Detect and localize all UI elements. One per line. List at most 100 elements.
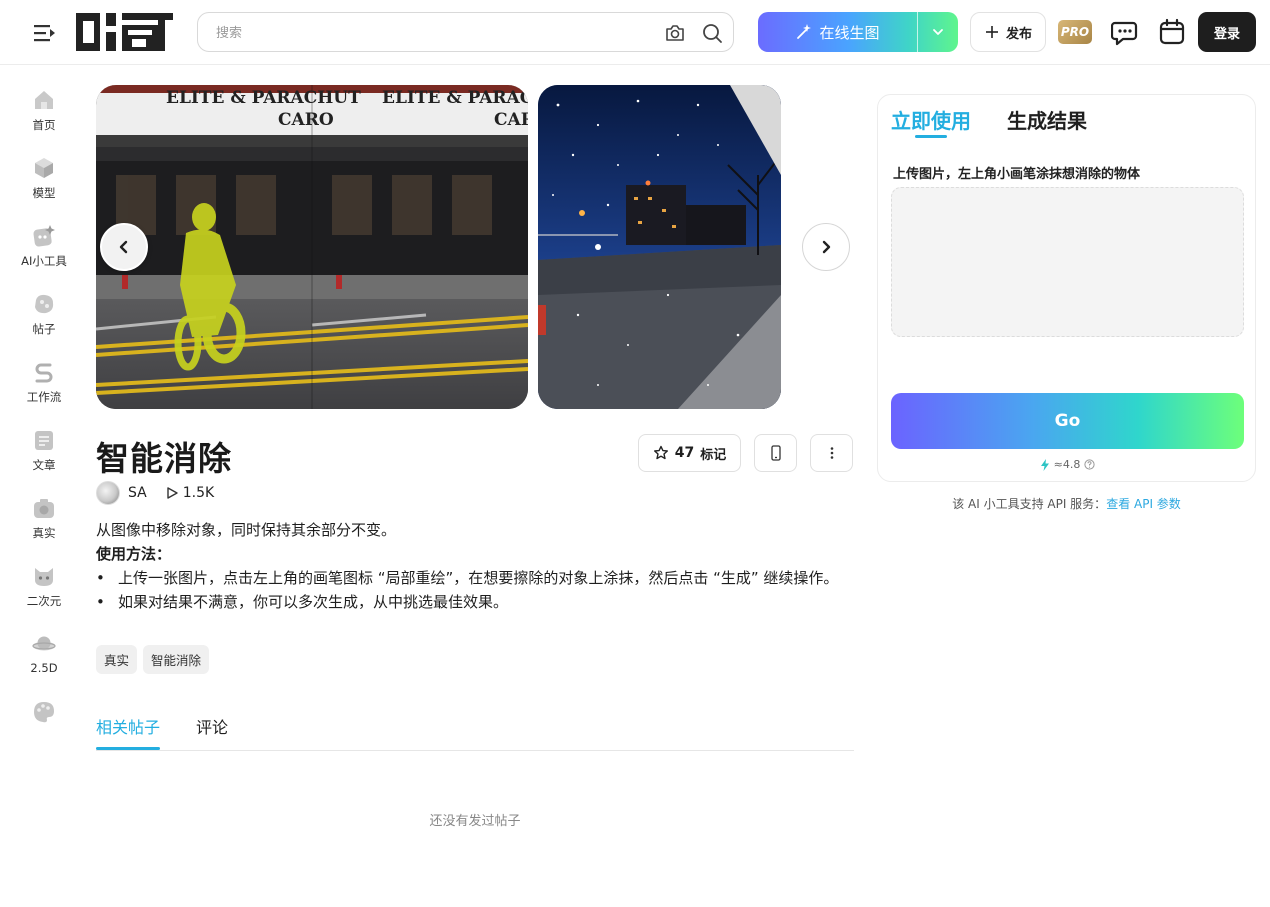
sidebar-item-label: 工作流 <box>26 390 62 404</box>
tool-description: 从图像中移除对象，同时保持其余部分不变。 使用方法： 上传一张图片，点击左上角的… <box>96 518 856 614</box>
login-button[interactable]: 登录 <box>1198 12 1256 52</box>
sidebar-item-2-5d[interactable]: 2.5D <box>12 632 76 692</box>
tool-title: 智能消除 <box>96 439 232 478</box>
marquee-sub-left: CARO <box>278 110 334 130</box>
marquee-text-left: ELITE & PARACHUT <box>166 88 361 108</box>
avatar[interactable] <box>96 481 120 505</box>
sidebar-item-workflow[interactable]: 工作流 <box>12 360 76 420</box>
more-vertical-icon <box>830 447 833 459</box>
sidebar-item-label: 首页 <box>32 118 56 132</box>
panel-tab-indicator <box>915 135 947 138</box>
logo-mark <box>76 13 173 51</box>
author-row: SA 1.5K <box>96 481 214 505</box>
empty-posts-message: 还没有发过帖子 <box>429 814 521 829</box>
online-generate-button[interactable]: 在线生图 <box>758 12 958 52</box>
bookmark-button[interactable]: 47 标记 <box>638 434 741 472</box>
upload-label: 上传图片，左上角小画笔涂抹想消除的物体 <box>893 167 1141 182</box>
api-params-link[interactable]: 查看 API 参数 <box>1106 497 1181 511</box>
sidebar-item-posts[interactable]: 帖子 <box>12 292 76 352</box>
post-icon <box>35 294 54 314</box>
api-support-note: 该 AI 小工具支持 API 服务：查看 API 参数 <box>877 495 1256 512</box>
play-count: 1.5K <box>182 485 215 501</box>
usage-heading: 使用方法： <box>96 545 172 563</box>
example-image-cyclist: ELITE & PARACHUT CARO ELITE & PARACHUT C… <box>96 85 528 409</box>
carousel-slide-night-scene[interactable] <box>538 85 781 409</box>
sidebar-item-label: 二次元 <box>26 594 62 608</box>
online-generate-main[interactable]: 在线生图 <box>758 12 917 52</box>
search-icon[interactable] <box>701 22 723 44</box>
article-icon <box>35 431 53 450</box>
generate-dropdown-toggle[interactable] <box>918 12 958 52</box>
sidebar-item-label: 2.5D <box>30 661 58 675</box>
more-options-button[interactable] <box>810 434 853 472</box>
example-image-night-street <box>538 85 781 409</box>
menu-toggle-icon[interactable] <box>30 20 58 46</box>
sidebar-item-models[interactable]: 模型 <box>12 156 76 216</box>
site-logo[interactable] <box>76 12 173 52</box>
sidebar-item-label: 文章 <box>32 458 56 472</box>
top-header: 在线生图 发布 PRO 登录 <box>0 0 1270 65</box>
tab-comments[interactable]: 评论 <box>196 714 228 738</box>
play-icon <box>167 487 178 499</box>
sidebar-item-realistic[interactable]: 真实 <box>12 496 76 556</box>
home-icon <box>35 91 53 109</box>
chevron-right-icon <box>822 240 831 254</box>
pro-badge[interactable]: PRO <box>1058 20 1092 44</box>
help-icon[interactable] <box>1084 459 1095 470</box>
cost-row: ≈4.8 <box>878 458 1257 471</box>
tag-chip[interactable]: 真实 <box>96 645 138 674</box>
camera-icon <box>34 499 54 518</box>
marquee-sub-right: CARO <box>494 110 528 130</box>
mobile-view-button[interactable] <box>754 434 797 472</box>
cube-icon <box>35 158 53 178</box>
planet-icon <box>32 636 56 651</box>
sidebar-item-label: 真实 <box>32 526 56 540</box>
tab-results[interactable]: 生成结果 <box>1007 105 1087 134</box>
workflow-icon <box>35 363 53 383</box>
image-carousel: ELITE & PARACHUT CARO ELITE & PARACHUT C… <box>96 85 854 409</box>
sidebar-item-label: AI小工具 <box>21 254 67 268</box>
search-input[interactable] <box>216 22 646 44</box>
tag-chip[interactable]: 智能消除 <box>143 645 210 674</box>
go-button[interactable]: Go <box>891 393 1244 449</box>
search-box <box>197 12 734 52</box>
calendar-icon[interactable] <box>1158 18 1186 46</box>
author-name[interactable]: SA <box>128 485 147 501</box>
sidebar-item-ai-tools[interactable]: AI小工具 <box>12 224 76 284</box>
magic-wand-icon <box>797 24 812 39</box>
usage-steps-list: 上传一张图片，点击左上角的画笔图标 “局部重绘”，在想要擦除的对象上涂抹，然后点… <box>96 566 856 614</box>
messages-icon[interactable] <box>1111 18 1140 47</box>
carousel-slide-before-after[interactable]: ELITE & PARACHUT CARO ELITE & PARACHUT C… <box>96 85 528 409</box>
chevron-down-icon <box>933 29 943 35</box>
bookmark-count: 47 <box>674 445 695 461</box>
image-search-icon[interactable] <box>664 23 686 43</box>
bookmark-label: 标记 <box>700 447 727 463</box>
sidebar-item-art[interactable] <box>12 700 76 760</box>
publish-button[interactable]: 发布 <box>970 12 1046 52</box>
tag-list: 真实 智能消除 <box>96 645 210 674</box>
plus-icon <box>985 26 998 38</box>
chevron-left-icon <box>119 240 128 254</box>
sidebar-item-label: 模型 <box>32 186 56 200</box>
tab-use-now[interactable]: 立即使用 <box>891 105 971 134</box>
image-upload-area[interactable] <box>891 187 1244 337</box>
star-icon <box>653 445 668 460</box>
cost-value: ≈4.8 <box>1053 458 1081 471</box>
content-tabs: 相关帖子 评论 <box>96 700 854 751</box>
sidebar-item-anime[interactable]: 二次元 <box>12 564 76 624</box>
tool-run-panel: 立即使用 生成结果 上传图片，左上角小画笔涂抹想消除的物体 Go ≈4.8 <box>877 94 1256 482</box>
online-generate-label: 在线生图 <box>819 23 880 42</box>
ai-tool-icon <box>33 225 55 247</box>
mobile-phone-icon <box>770 445 781 461</box>
api-note-text: 该 AI 小工具支持 API 服务： <box>952 497 1107 511</box>
usage-step: 如果对结果不满意，你可以多次生成，从中挑选最佳效果。 <box>96 590 856 614</box>
active-tab-indicator <box>96 747 160 750</box>
sidebar-item-articles[interactable]: 文章 <box>12 428 76 488</box>
marquee-text-right: ELITE & PARACHUT <box>382 88 528 108</box>
anime-icon <box>35 568 53 586</box>
carousel-next-button[interactable] <box>802 223 850 271</box>
publish-label: 发布 <box>1005 26 1032 42</box>
tab-related-posts[interactable]: 相关帖子 <box>96 714 160 738</box>
sidebar-item-home[interactable]: 首页 <box>12 88 76 148</box>
carousel-prev-button[interactable] <box>100 223 148 271</box>
